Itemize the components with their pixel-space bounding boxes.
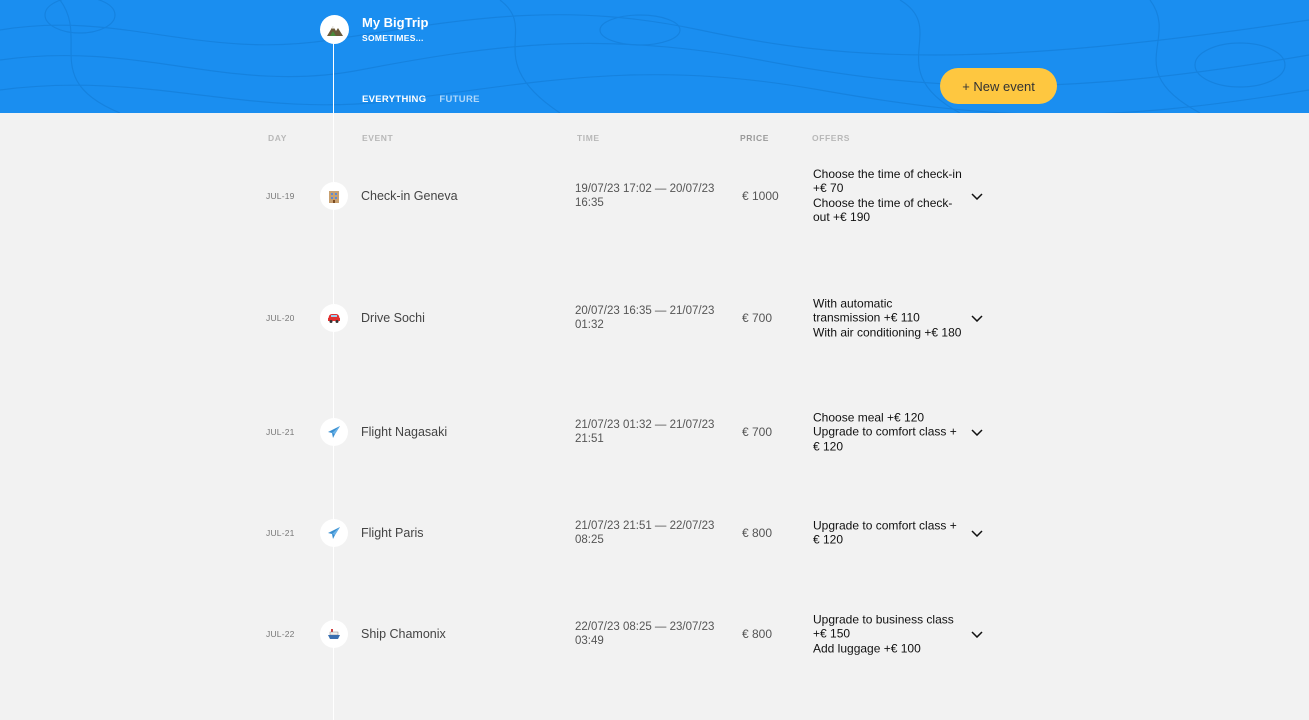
chevron-down-icon — [971, 314, 983, 322]
offer-item: With air conditioning +€ 180 — [813, 325, 962, 340]
expand-button[interactable] — [969, 426, 985, 438]
airplane-icon — [328, 426, 340, 438]
trip-title: My BigTrip — [362, 15, 429, 30]
event-type-badge — [320, 182, 348, 210]
ship-icon — [328, 629, 340, 639]
event-day: JUL-19 — [266, 191, 295, 201]
event-title: Flight Nagasaki — [361, 425, 448, 439]
event-row: JUL-21 Flight Nagasaki 21/07/23 01:32 — … — [0, 392, 1309, 472]
event-offers: Choose the time of check-in +€ 70 Choose… — [813, 167, 963, 225]
expand-button[interactable] — [969, 190, 985, 202]
offer-item: Choose the time of check-out +€ 190 — [813, 196, 953, 225]
offer-item: Choose meal +€ 120 — [813, 410, 925, 425]
event-time: 22/07/23 08:25 — 23/07/23 03:49 — [575, 621, 715, 647]
filter-everything[interactable]: EVERYTHING — [362, 94, 426, 105]
chevron-down-icon — [971, 630, 983, 638]
event-offers: Upgrade to comfort class +€ 120 — [813, 519, 963, 548]
event-price: € 800 — [742, 526, 773, 540]
event-title: Flight Paris — [361, 526, 424, 540]
expand-button[interactable] — [969, 312, 985, 324]
event-row: JUL-20 Drive Sochi 20/07/23 16:35 — 21/0… — [0, 278, 1309, 358]
event-title: Ship Chamonix — [361, 627, 446, 641]
column-offers: OFFERS — [812, 133, 851, 143]
column-event: EVENT — [362, 133, 394, 143]
column-day: DAY — [268, 133, 287, 143]
trip-subtitle: SOMETIMES... — [362, 33, 424, 43]
expand-button[interactable] — [969, 628, 985, 640]
event-day: JUL-22 — [266, 629, 295, 639]
event-type-badge — [320, 519, 348, 547]
filter-tabs: EVERYTHING FUTURE — [362, 94, 480, 105]
car-icon — [328, 314, 340, 323]
event-price: € 700 — [742, 311, 773, 325]
event-time: 21/07/23 21:51 — 22/07/23 08:25 — [575, 520, 715, 546]
event-row: JUL-21 Flight Paris 21/07/23 21:51 — 22/… — [0, 493, 1309, 573]
event-offers: Choose meal +€ 120 Upgrade to comfort cl… — [813, 410, 963, 453]
offer-item: Upgrade to comfort class +€ 120 — [813, 518, 957, 547]
mountain-icon — [326, 25, 343, 36]
event-offers: Upgrade to business class +€ 150 Add lug… — [813, 612, 963, 655]
event-offers: With automatic transmission +€ 110 With … — [813, 296, 963, 339]
event-day: JUL-21 — [266, 427, 295, 437]
timeline-line — [333, 30, 334, 720]
offer-item: Upgrade to comfort class +€ 120 — [813, 424, 957, 454]
event-row: JUL-19 Check-in Geneva 19/07/23 17:02 — … — [0, 156, 1309, 236]
topographic-background — [0, 0, 1309, 113]
event-price: € 800 — [742, 627, 773, 641]
offer-item: Add luggage +€ 100 — [813, 641, 921, 656]
event-time: 20/07/23 16:35 — 21/07/23 01:32 — [575, 305, 715, 331]
airplane-icon — [328, 527, 340, 539]
offer-item: Upgrade to business class +€ 150 — [813, 612, 954, 641]
offer-item: Choose the time of check-in +€ 70 — [813, 167, 962, 196]
event-row: JUL-22 Ship Chamonix 22/07/23 08:25 — 23… — [0, 594, 1309, 674]
event-price: € 1000 — [742, 189, 779, 203]
expand-button[interactable] — [969, 527, 985, 539]
new-event-button[interactable]: + New event — [940, 68, 1057, 104]
event-time: 21/07/23 01:32 — 21/07/23 21:51 — [575, 419, 715, 445]
event-title: Drive Sochi — [361, 311, 425, 325]
event-price: € 700 — [742, 425, 773, 439]
event-type-badge — [320, 418, 348, 446]
event-type-badge — [320, 304, 348, 332]
logo[interactable] — [320, 15, 349, 44]
filter-future[interactable]: FUTURE — [439, 94, 479, 105]
event-title: Check-in Geneva — [361, 189, 458, 203]
header — [0, 0, 1309, 113]
event-time: 19/07/23 17:02 — 20/07/23 16:35 — [575, 183, 715, 209]
chevron-down-icon — [971, 192, 983, 200]
event-day: JUL-21 — [266, 528, 295, 538]
event-type-badge — [320, 620, 348, 648]
offer-item: With automatic transmission +€ 110 — [813, 296, 920, 325]
hotel-icon — [329, 190, 339, 203]
event-day: JUL-20 — [266, 313, 295, 323]
column-price: PRICE — [740, 133, 769, 143]
chevron-down-icon — [971, 529, 983, 537]
chevron-down-icon — [971, 428, 983, 436]
column-time: TIME — [577, 133, 600, 143]
